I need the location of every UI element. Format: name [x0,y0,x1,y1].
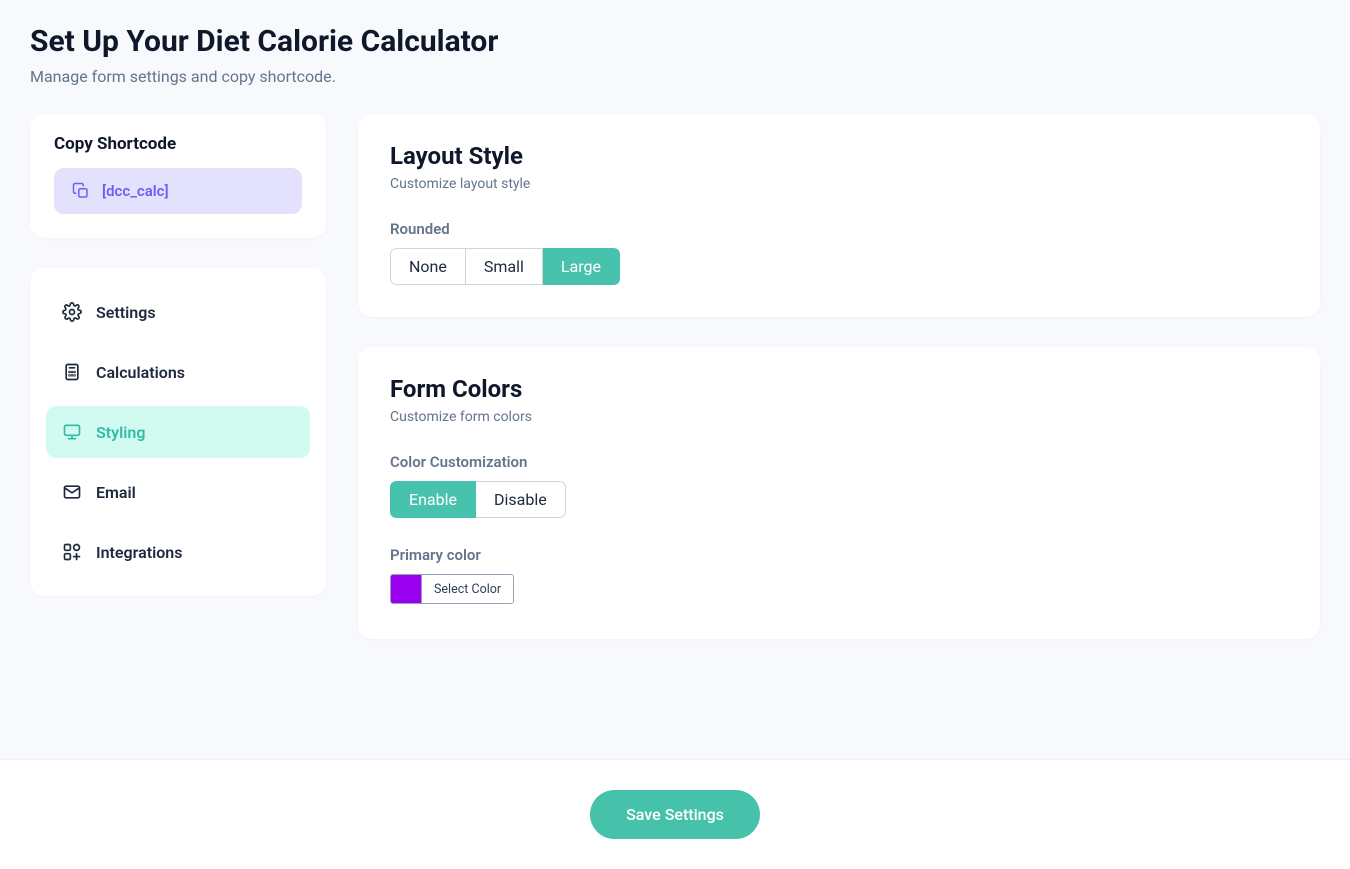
shortcode-title: Copy Shortcode [54,134,302,154]
layout-style-section: Layout Style Customize layout style Roun… [358,114,1320,317]
primary-color-picker[interactable]: Select Color [390,574,514,604]
page-subtitle: Manage form settings and copy shortcode. [30,67,1320,86]
color-option-enable[interactable]: Enable [390,481,476,518]
page-title: Set Up Your Diet Calorie Calculator [30,24,1320,59]
mail-icon [62,482,82,502]
nav-label: Calculations [96,363,185,382]
shortcode-value: [dcc_calc] [102,182,169,200]
nav-label: Email [96,483,136,502]
nav-item-settings[interactable]: Settings [46,286,310,338]
nav-label: Styling [96,423,145,442]
calculator-icon [62,362,82,382]
monitor-icon [62,422,82,442]
copy-icon [72,182,90,200]
color-option-disable[interactable]: Disable [476,481,566,518]
gear-icon [62,302,82,322]
shortcode-copy[interactable]: [dcc_calc] [54,168,302,214]
form-colors-section: Form Colors Customize form colors Color … [358,347,1320,639]
nav-label: Integrations [96,543,182,562]
rounded-label: Rounded [390,220,1288,238]
nav-item-integrations[interactable]: Integrations [46,526,310,578]
section-title: Layout Style [390,142,1288,170]
main-content: Layout Style Customize layout style Roun… [358,114,1320,669]
grid-plus-icon [62,542,82,562]
section-title: Form Colors [390,375,1288,403]
sidebar: Copy Shortcode [dcc_calc] [30,114,326,669]
color-customization-label: Color Customization [390,453,1288,471]
nav-item-calculations[interactable]: Calculations [46,346,310,398]
rounded-option-none[interactable]: None [390,248,466,285]
save-settings-button[interactable]: Save Settings [590,790,760,839]
nav-label: Settings [96,303,156,322]
nav-item-email[interactable]: Email [46,466,310,518]
section-subtitle: Customize layout style [390,176,1288,192]
color-swatch [391,575,421,603]
shortcode-card: Copy Shortcode [dcc_calc] [30,114,326,238]
nav-item-styling[interactable]: Styling [46,406,310,458]
footer: Save Settings [0,759,1350,869]
rounded-segmented: None Small Large [390,248,620,285]
section-subtitle: Customize form colors [390,409,1288,425]
nav-card: Settings Calculations [30,268,326,596]
select-color-button[interactable]: Select Color [421,575,513,603]
rounded-option-large[interactable]: Large [543,248,620,285]
color-customization-segmented: Enable Disable [390,481,566,518]
primary-color-label: Primary color [390,546,1288,564]
rounded-option-small[interactable]: Small [466,248,543,285]
